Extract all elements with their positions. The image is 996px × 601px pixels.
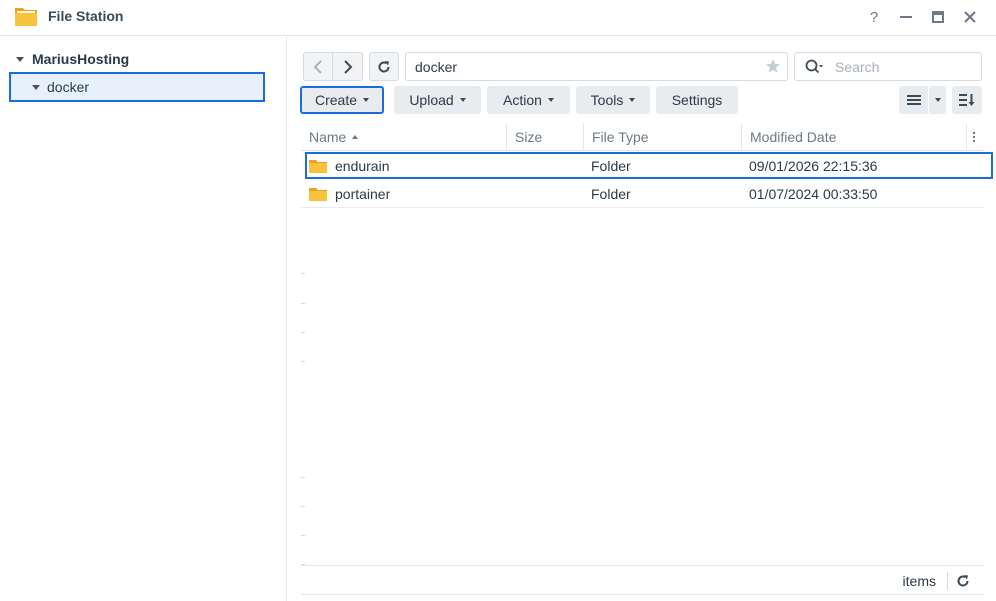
settings-button-label: Settings bbox=[671, 92, 723, 108]
search-input[interactable] bbox=[835, 58, 965, 75]
path-field[interactable]: docker bbox=[405, 52, 788, 81]
dropdown-caret-icon bbox=[547, 98, 554, 102]
divider bbox=[947, 572, 948, 590]
sort-button[interactable] bbox=[952, 86, 982, 114]
refresh-button[interactable] bbox=[369, 52, 399, 81]
chevron-right-icon bbox=[343, 59, 352, 74]
create-button[interactable]: Create bbox=[300, 86, 384, 114]
kebab-menu-icon bbox=[972, 131, 976, 143]
column-header-label: File Type bbox=[592, 129, 649, 145]
close-button[interactable] bbox=[960, 7, 980, 27]
status-bar: items bbox=[301, 565, 984, 595]
column-header-label: Size bbox=[515, 129, 543, 145]
file-list: Name Size File Type Modified Date endura… bbox=[301, 123, 993, 595]
file-station-window: File Station ? MariusHosting docker dock… bbox=[0, 0, 996, 601]
sidebar: MariusHosting docker bbox=[0, 37, 287, 601]
upload-button-label: Upload bbox=[409, 92, 454, 108]
main-panel: docker Create Upload Action Tool bbox=[288, 37, 996, 601]
chevron-left-icon bbox=[313, 59, 322, 74]
file-name: endurain bbox=[335, 157, 390, 174]
maximize-icon bbox=[932, 11, 944, 23]
tree-item-label: docker bbox=[47, 79, 90, 95]
tools-button-label: Tools bbox=[590, 92, 624, 108]
items-count-label: items bbox=[902, 573, 936, 589]
dropdown-caret-icon bbox=[459, 98, 466, 102]
folder-icon bbox=[309, 154, 327, 177]
expand-caret-icon[interactable] bbox=[32, 84, 40, 90]
folder-icon bbox=[309, 181, 327, 207]
empty-row-marker bbox=[301, 303, 305, 304]
back-button[interactable] bbox=[303, 52, 333, 81]
column-header-name[interactable]: Name bbox=[301, 123, 507, 151]
upload-button[interactable]: Upload bbox=[394, 86, 481, 114]
empty-row-marker bbox=[301, 273, 305, 274]
star-icon[interactable] bbox=[765, 58, 781, 77]
settings-button[interactable]: Settings bbox=[656, 86, 738, 114]
empty-row-marker bbox=[301, 477, 305, 478]
maximize-button[interactable] bbox=[928, 7, 948, 27]
column-header-size[interactable]: Size bbox=[507, 123, 584, 151]
refresh-icon bbox=[957, 575, 969, 587]
action-button-label: Action bbox=[503, 92, 542, 108]
action-button[interactable]: Action bbox=[487, 86, 570, 114]
list-view-icon[interactable] bbox=[899, 86, 929, 114]
create-button-label: Create bbox=[314, 92, 358, 108]
file-list-header: Name Size File Type Modified Date bbox=[301, 123, 984, 151]
forward-button[interactable] bbox=[333, 52, 363, 81]
column-header-file-type[interactable]: File Type bbox=[584, 123, 742, 151]
tools-button[interactable]: Tools bbox=[576, 86, 650, 114]
minimize-button[interactable] bbox=[896, 7, 916, 27]
tree-root-mariushosting[interactable]: MariusHosting bbox=[16, 49, 129, 69]
tree-root-label: MariusHosting bbox=[32, 51, 130, 67]
sort-ascending-icon bbox=[352, 135, 359, 139]
view-mode-dropdown[interactable] bbox=[929, 86, 946, 114]
refresh-icon bbox=[378, 60, 390, 72]
tree-item-docker[interactable]: docker bbox=[9, 72, 265, 102]
minimize-icon bbox=[900, 16, 912, 18]
help-button[interactable]: ? bbox=[864, 7, 884, 27]
empty-row-marker bbox=[301, 535, 305, 536]
file-station-icon bbox=[14, 5, 38, 27]
dropdown-caret-icon bbox=[629, 98, 636, 102]
empty-row-marker bbox=[301, 332, 305, 333]
close-icon bbox=[964, 11, 976, 23]
table-row[interactable]: portainer Folder 01/07/2024 00:33:50 bbox=[301, 181, 984, 208]
file-type: Folder bbox=[591, 186, 631, 202]
path-text: docker bbox=[415, 58, 458, 75]
column-header-label: Name bbox=[309, 129, 347, 145]
expand-caret-icon[interactable] bbox=[16, 56, 24, 62]
empty-row-marker bbox=[301, 506, 305, 507]
file-type: Folder bbox=[591, 157, 631, 174]
view-mode-button[interactable] bbox=[899, 86, 946, 114]
sort-icon bbox=[959, 94, 975, 106]
window-title: File Station bbox=[48, 8, 124, 24]
file-modified-date: 09/01/2026 22:15:36 bbox=[749, 157, 878, 174]
title-bar: File Station ? bbox=[0, 0, 996, 36]
footer-refresh-button[interactable] bbox=[954, 572, 972, 590]
dropdown-caret-icon bbox=[934, 98, 941, 102]
column-header-modified-date[interactable]: Modified Date bbox=[742, 123, 967, 151]
search-field[interactable] bbox=[794, 52, 982, 81]
file-name: portainer bbox=[335, 186, 391, 202]
column-header-label: Modified Date bbox=[750, 129, 837, 145]
dropdown-caret-icon bbox=[363, 98, 370, 102]
table-row[interactable]: endurain Folder 09/01/2026 22:15:36 bbox=[305, 152, 993, 179]
file-modified-date: 01/07/2024 00:33:50 bbox=[749, 186, 878, 202]
empty-row-marker bbox=[301, 361, 305, 362]
column-menu-button[interactable] bbox=[967, 123, 984, 151]
search-icon[interactable] bbox=[805, 59, 823, 75]
